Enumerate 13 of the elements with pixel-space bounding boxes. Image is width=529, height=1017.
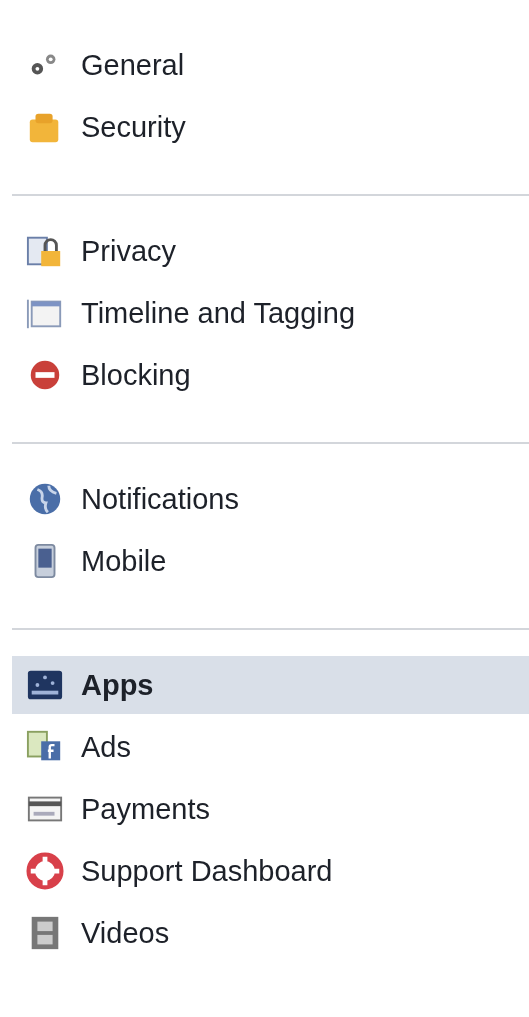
settings-menu-item[interactable]: Apps <box>12 656 529 714</box>
settings-menu-item[interactable]: Security <box>12 96 529 158</box>
lifebuoy-icon <box>26 852 64 890</box>
settings-menu-item[interactable]: Support Dashboard <box>12 840 529 902</box>
settings-menu-item[interactable]: Payments <box>12 778 529 840</box>
settings-menu-item[interactable]: Timeline and Tagging <box>12 282 529 344</box>
settings-menu-item[interactable]: General <box>12 34 529 96</box>
settings-menu-item[interactable]: Privacy <box>12 220 529 282</box>
settings-menu-item[interactable]: Mobile <box>12 530 529 592</box>
settings-menu-item[interactable]: Blocking <box>12 344 529 406</box>
settings-menu-item[interactable]: Notifications <box>12 468 529 530</box>
settings-menu-item[interactable]: Ads <box>12 716 529 778</box>
settings-menu-item[interactable]: Videos <box>12 902 529 964</box>
